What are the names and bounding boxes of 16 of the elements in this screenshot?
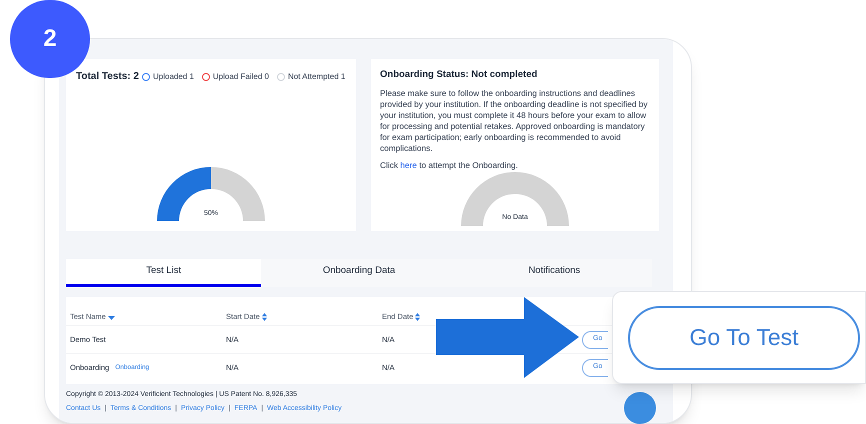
tab[interactable]: Onboarding Data <box>261 259 457 287</box>
go-to-test-button[interactable]: Go To Test <box>628 306 860 370</box>
tab[interactable]: Notifications <box>456 259 652 287</box>
card-title: Onboarding Status: Not completed <box>380 68 538 82</box>
card-title: Total Tests: 2 <box>76 70 139 84</box>
onboarding-sentence: Click here to attempt the Onboarding. <box>380 159 519 172</box>
sort-icon[interactable] <box>262 313 267 321</box>
tab[interactable]: Test List <box>66 259 262 287</box>
arrow-icon <box>436 297 579 378</box>
sort-icon[interactable] <box>415 313 420 321</box>
here-link[interactable]: here <box>400 160 417 170</box>
legend-label: Not Attempted 1 <box>288 70 346 82</box>
sort-down-icon[interactable] <box>108 314 115 320</box>
legend-label: Upload Failed 0 <box>212 70 269 82</box>
onboarding-paragraph: Please make sure to follow the onboarding instructions and deadlines provided by your institution. If the onboarding deadline is not specified by your institution, you must complete it 48 hours before your exam to allow for processing and potential retakes. Approved onboarding is mandatory for exam participation; early onboarding is recommended to avoid complications. <box>380 88 649 154</box>
legend-label: Uploaded 1 <box>152 70 194 82</box>
